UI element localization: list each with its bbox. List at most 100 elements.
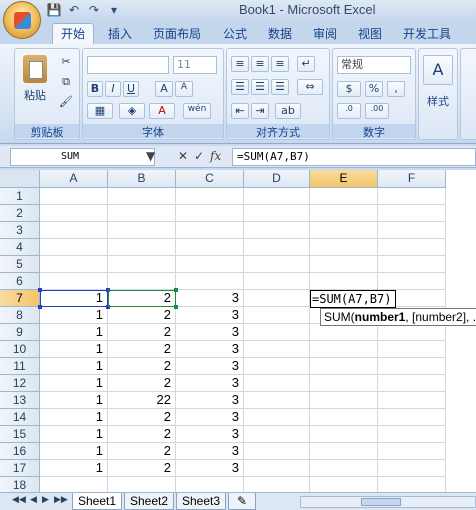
tab-insert[interactable]: 插入 bbox=[108, 25, 132, 42]
cell-b8[interactable]: 2 bbox=[108, 307, 176, 324]
cell-a2[interactable] bbox=[40, 205, 108, 222]
cell-e4[interactable] bbox=[310, 239, 378, 256]
cell-d6[interactable] bbox=[244, 273, 310, 290]
cell-d8[interactable] bbox=[244, 307, 310, 324]
format-painter-icon[interactable]: 🖌 bbox=[57, 95, 75, 111]
styles-label[interactable]: 样式 bbox=[419, 93, 457, 109]
spreadsheet-grid[interactable]: ABCDEF 1 2 3 4 5 6 7 8 9 10 11 12 13 14 15 16 17 18 12312… bbox=[0, 170, 476, 492]
ref-handle[interactable] bbox=[38, 288, 42, 292]
name-box-dropdown-icon[interactable]: ▼ bbox=[146, 149, 155, 163]
cell-a10[interactable]: 1 bbox=[40, 341, 108, 358]
cell-c11[interactable]: 3 bbox=[176, 358, 244, 375]
align-middle-icon[interactable]: ≡ bbox=[251, 56, 269, 72]
cell-a14[interactable]: 1 bbox=[40, 409, 108, 426]
cell-c12[interactable]: 3 bbox=[176, 375, 244, 392]
cell-b3[interactable] bbox=[108, 222, 176, 239]
save-icon[interactable]: 💾 bbox=[46, 2, 62, 18]
cell-c3[interactable] bbox=[176, 222, 244, 239]
row-header-15[interactable]: 15 bbox=[0, 426, 40, 443]
cell-e16[interactable] bbox=[310, 443, 378, 460]
tooltip-current-arg[interactable]: number1 bbox=[355, 310, 406, 324]
decrease-indent-icon[interactable]: ⇤ bbox=[231, 103, 249, 119]
cell-c9[interactable]: 3 bbox=[176, 324, 244, 341]
cell-d12[interactable] bbox=[244, 375, 310, 392]
column-header-d[interactable]: D bbox=[244, 170, 310, 188]
row-header-7[interactable]: 7 bbox=[0, 290, 40, 307]
cell-e13[interactable] bbox=[310, 392, 378, 409]
paste-button[interactable]: 粘贴 bbox=[18, 53, 52, 111]
cell-f1[interactable] bbox=[378, 188, 446, 205]
row-header-2[interactable]: 2 bbox=[0, 205, 40, 222]
cell-f17[interactable] bbox=[378, 460, 446, 477]
cell-e1[interactable] bbox=[310, 188, 378, 205]
ref-handle[interactable] bbox=[174, 305, 178, 309]
cell-b6[interactable] bbox=[108, 273, 176, 290]
align-top-icon[interactable]: ≡ bbox=[231, 56, 249, 72]
row-header-13[interactable]: 13 bbox=[0, 392, 40, 409]
cut-icon[interactable]: ✂ bbox=[57, 55, 75, 71]
column-header-a[interactable]: A bbox=[40, 170, 108, 188]
row-header-6[interactable]: 6 bbox=[0, 273, 40, 290]
cell-e15[interactable] bbox=[310, 426, 378, 443]
shrink-font-button[interactable]: A bbox=[175, 81, 193, 97]
cell-a3[interactable] bbox=[40, 222, 108, 239]
formula-input[interactable]: =SUM(A7,B7) bbox=[232, 148, 476, 166]
cell-e14[interactable] bbox=[310, 409, 378, 426]
name-box[interactable]: SUM bbox=[10, 148, 155, 166]
select-all-corner[interactable] bbox=[0, 170, 40, 188]
tab-developer[interactable]: 开发工具 bbox=[403, 25, 451, 42]
align-right-icon[interactable]: ☰ bbox=[271, 79, 289, 95]
cell-f4[interactable] bbox=[378, 239, 446, 256]
decrease-decimal-icon[interactable]: .00 bbox=[365, 103, 389, 119]
insert-sheet-icon[interactable]: ✎ bbox=[228, 493, 256, 510]
orientation-icon[interactable]: ab bbox=[275, 103, 301, 119]
wrap-text-icon[interactable]: ↵ bbox=[297, 56, 315, 72]
prev-sheet-icon[interactable]: ◀ bbox=[30, 495, 37, 505]
cell-c16[interactable]: 3 bbox=[176, 443, 244, 460]
cell-d11[interactable] bbox=[244, 358, 310, 375]
increase-indent-icon[interactable]: ⇥ bbox=[251, 103, 269, 119]
cell-b4[interactable] bbox=[108, 239, 176, 256]
cell-c7[interactable]: 3 bbox=[176, 290, 244, 307]
cell-a15[interactable]: 1 bbox=[40, 426, 108, 443]
enter-icon[interactable]: ✓ bbox=[194, 149, 204, 163]
row-header-14[interactable]: 14 bbox=[0, 409, 40, 426]
last-sheet-icon[interactable]: ▶▶ bbox=[54, 495, 68, 505]
underline-button[interactable]: U bbox=[123, 81, 139, 97]
ref-handle[interactable] bbox=[174, 288, 178, 292]
font-size-combo[interactable]: 11 bbox=[173, 56, 217, 74]
tab-view[interactable]: 视图 bbox=[358, 25, 382, 42]
column-header-c[interactable]: C bbox=[176, 170, 244, 188]
column-header-e[interactable]: E bbox=[310, 170, 378, 188]
increase-decimal-icon[interactable]: .0 bbox=[337, 103, 361, 119]
cell-a12[interactable]: 1 bbox=[40, 375, 108, 392]
sheet-tab-2[interactable]: Sheet2 bbox=[124, 493, 174, 510]
styles-icon[interactable]: A bbox=[423, 55, 453, 85]
column-header-b[interactable]: B bbox=[108, 170, 176, 188]
customize-icon[interactable]: ▾ bbox=[106, 2, 122, 18]
column-header-f[interactable]: F bbox=[378, 170, 446, 188]
row-header-3[interactable]: 3 bbox=[0, 222, 40, 239]
cell-e5[interactable] bbox=[310, 256, 378, 273]
active-cell-editor[interactable]: =SUM(A7,B7) bbox=[310, 290, 396, 308]
row-header-10[interactable]: 10 bbox=[0, 341, 40, 358]
cell-a1[interactable] bbox=[40, 188, 108, 205]
cell-e9[interactable] bbox=[310, 324, 378, 341]
cell-c5[interactable] bbox=[176, 256, 244, 273]
cell-c8[interactable]: 3 bbox=[176, 307, 244, 324]
currency-icon[interactable]: $ bbox=[337, 81, 361, 97]
sheet-tab-3[interactable]: Sheet3 bbox=[176, 493, 226, 510]
cell-f6[interactable] bbox=[378, 273, 446, 290]
cell-b13[interactable]: 22 bbox=[108, 392, 176, 409]
cell-f14[interactable] bbox=[378, 409, 446, 426]
cell-b5[interactable] bbox=[108, 256, 176, 273]
cell-a6[interactable] bbox=[40, 273, 108, 290]
cell-c13[interactable]: 3 bbox=[176, 392, 244, 409]
cell-c4[interactable] bbox=[176, 239, 244, 256]
cell-b14[interactable]: 2 bbox=[108, 409, 176, 426]
cell-d5[interactable] bbox=[244, 256, 310, 273]
tab-home[interactable]: 开始 bbox=[52, 23, 95, 44]
cell-a16[interactable]: 1 bbox=[40, 443, 108, 460]
align-center-icon[interactable]: ☰ bbox=[251, 79, 269, 95]
comma-icon[interactable]: , bbox=[387, 81, 405, 97]
